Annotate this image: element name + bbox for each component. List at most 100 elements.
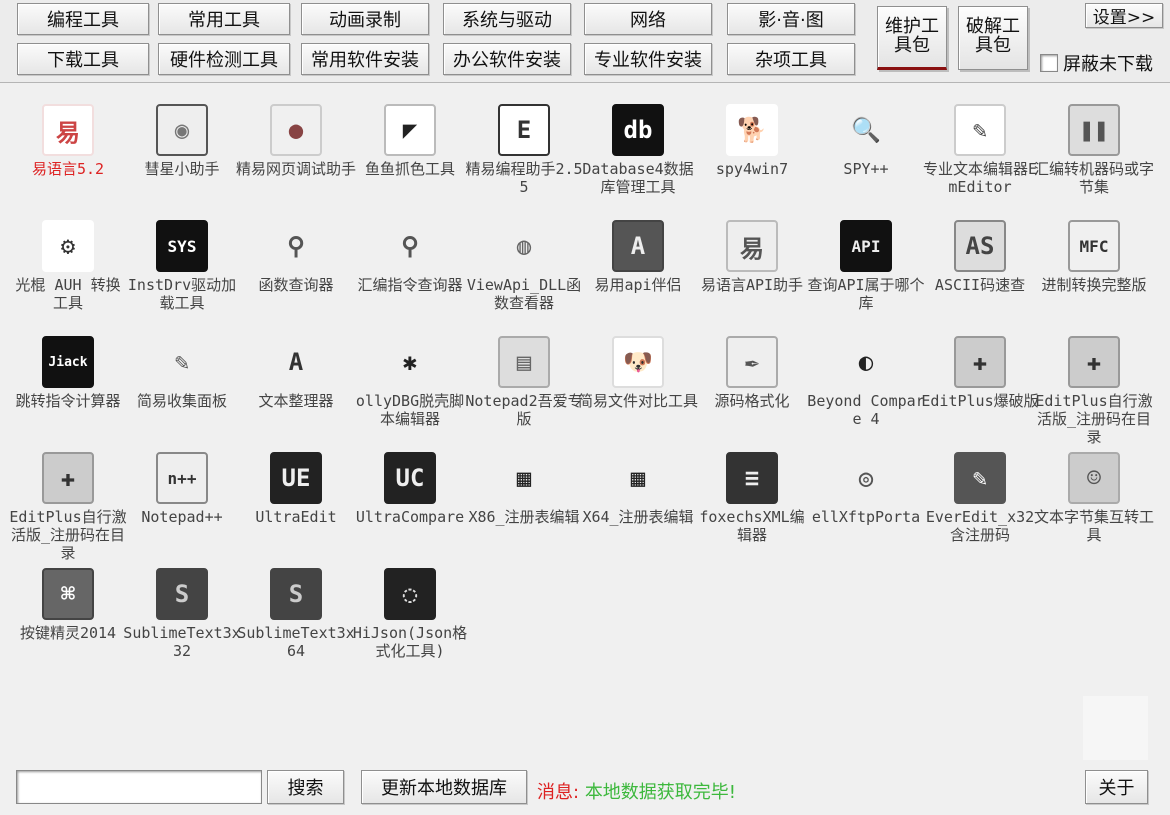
tool-label: UltraEdit	[255, 508, 337, 526]
settings-button[interactable]: 设置>>	[1085, 3, 1163, 28]
tool-item[interactable]: ✚ EditPlus爆破版	[921, 332, 1039, 440]
search-button[interactable]: 搜索	[267, 770, 344, 804]
category-button[interactable]: 硬件检测工具	[158, 43, 290, 75]
tool-item[interactable]: ◤ 鱼鱼抓色工具	[354, 100, 466, 208]
tool-item[interactable]: ◐ Beyond Compare 4	[807, 332, 925, 440]
category-button[interactable]: 影·音·图	[727, 3, 855, 35]
tool-item[interactable]: ✱ ollyDBG脱壳脚本编辑器	[354, 332, 466, 440]
tool-label: 汇编指令查询器	[357, 276, 463, 294]
update-database-button[interactable]: 更新本地数据库	[361, 770, 527, 804]
category-button[interactable]: 杂项工具	[727, 43, 855, 75]
tool-item[interactable]: 易易语言API助手	[696, 216, 808, 324]
checkbox-box[interactable]	[1040, 54, 1058, 72]
tool-item[interactable]: SYS InstDrv驱动加载工具	[126, 216, 238, 324]
tool-label: Beyond Compare 4	[807, 392, 925, 428]
tool-item[interactable]: ⚲ 汇编指令查询器	[354, 216, 466, 324]
tool-item[interactable]: MFC 进制转换完整版	[1038, 216, 1150, 324]
tool-item[interactable]: ❚❚ 汇编转机器码或字节集	[1034, 100, 1154, 208]
api-companion-icon: A	[612, 220, 664, 272]
tool-label: 源码格式化	[714, 392, 790, 410]
tool-label: 查询API属于哪个库	[807, 276, 925, 312]
tool-item[interactable]: ✚ EditPlus自行激活版_注册码在目录	[1035, 332, 1153, 446]
tool-item[interactable]: Jiack 跳转指令计算器	[12, 332, 124, 440]
editplus-icon: ✚	[1068, 336, 1120, 388]
tool-item[interactable]: S SublimeText3x32	[123, 564, 241, 672]
category-button[interactable]: 专业软件安装	[584, 43, 712, 75]
category-button[interactable]: 下载工具	[17, 43, 149, 75]
tool-item[interactable]: ☺ 文本字节集互转工具	[1034, 448, 1154, 556]
message-label: 消息:	[537, 782, 580, 803]
tool-item[interactable]: API 查询API属于哪个库	[807, 216, 925, 324]
spy-dog-icon: 🐕	[726, 104, 778, 156]
category-button[interactable]: 编程工具	[17, 3, 149, 35]
tool-item[interactable]: ◉ 彗星小助手	[126, 100, 238, 208]
e-api-icon: 易	[726, 220, 778, 272]
search-input[interactable]	[16, 770, 262, 804]
tool-item[interactable]: ≡ foxechsXML编辑器	[696, 448, 808, 556]
hide-undownloaded-checkbox[interactable]: 屏蔽未下载	[1040, 50, 1153, 76]
tool-item[interactable]: A 易用api伴侣	[582, 216, 694, 324]
tool-item[interactable]: ● 精易网页调试助手	[236, 100, 356, 208]
tool-item[interactable]: ◎ ellXftpPorta	[810, 448, 922, 556]
category-button[interactable]: 网络	[584, 3, 712, 35]
category-button[interactable]: 系统与驱动	[443, 3, 571, 35]
tool-label: SublimeText3x32	[123, 624, 241, 660]
crack-kit-button[interactable]: 破解工具包	[958, 6, 1028, 70]
category-button[interactable]: 常用工具	[158, 3, 290, 35]
tool-item[interactable]: ⚲ 函数查询器	[240, 216, 352, 324]
tool-item[interactable]: 🐕 spy4win7	[696, 100, 808, 208]
tool-label: 汇编转机器码或字节集	[1034, 160, 1155, 196]
tool-label: 鱼鱼抓色工具	[364, 160, 455, 178]
tool-label: 易语言5.2	[31, 160, 105, 178]
tool-item[interactable]: 🔍 SPY++	[810, 100, 922, 208]
tool-item[interactable]: A 文本整理器	[240, 332, 352, 440]
tool-item[interactable]: UE UltraEdit	[240, 448, 352, 556]
bottom-bar: 搜索 更新本地数据库 消息: 本地数据获取完毕! 关于	[0, 760, 1170, 815]
corner-panel	[1083, 696, 1148, 760]
tool-item[interactable]: S SublimeText3x64	[237, 564, 355, 672]
tool-label: EverEdit_x32含注册码	[925, 508, 1035, 544]
tool-item[interactable]: 易易语言5.2	[12, 100, 124, 208]
tool-label: ellXftpPorta	[811, 508, 921, 526]
tool-item[interactable]: db Database4数据库管理工具	[582, 100, 694, 208]
xftp-icon: ◎	[840, 452, 892, 504]
category-button[interactable]: 办公软件安装	[443, 43, 571, 75]
color-picker-icon: ◤	[384, 104, 436, 156]
tool-label: 进制转换完整版	[1041, 276, 1147, 294]
gear-tool-icon: ⚙	[42, 220, 94, 272]
tool-item[interactable]: ◌ HiJson(Json格式化工具)	[353, 564, 467, 672]
comet-helper-icon: ◉	[156, 104, 208, 156]
app-store-icon: A	[270, 336, 322, 388]
toolbar: 编程工具 常用工具 动画录制 系统与驱动 网络 影·音·图 下载工具 硬件检测工具 常用软件安…	[0, 0, 1170, 83]
tool-item[interactable]: E 精易编程助手2.55	[465, 100, 583, 208]
ultracompare-icon: UC	[384, 452, 436, 504]
about-button[interactable]: 关于	[1085, 770, 1148, 804]
tool-item[interactable]: ✒ 源码格式化	[696, 332, 808, 440]
tool-item[interactable]: ✎ 专业文本编辑器EmEditor	[923, 100, 1037, 208]
maintenance-kit-button[interactable]: 维护工具包	[877, 6, 947, 70]
tool-item[interactable]: ✚ EditPlus自行激活版_注册码在目录	[9, 448, 127, 562]
tool-item[interactable]: n++ Notepad++	[126, 448, 238, 556]
tool-item[interactable]: ✎ EverEdit_x32含注册码	[924, 448, 1036, 556]
tool-item[interactable]: ✎ 简易收集面板	[126, 332, 238, 440]
category-button[interactable]: 常用软件安装	[301, 43, 429, 75]
tool-item[interactable]: ⚙ 光棍 AUH 转换工具	[12, 216, 124, 324]
notepadpp-icon: n++	[156, 452, 208, 504]
category-button[interactable]: 动画录制	[301, 3, 429, 35]
tool-item[interactable]: AS ASCII码速查	[924, 216, 1036, 324]
asm-convert-icon: ❚❚	[1068, 104, 1120, 156]
tool-item[interactable]: 🐶 简易文件对比工具	[578, 332, 698, 440]
tool-label: ViewApi_DLL函数查看器	[466, 276, 582, 312]
api-icon: API	[840, 220, 892, 272]
mfc-blocks-icon: MFC	[1068, 220, 1120, 272]
tool-item[interactable]: UC UltraCompare	[354, 448, 466, 556]
tool-item[interactable]: ▤ Notepad2吾爱专版	[465, 332, 583, 440]
tool-item[interactable]: ◍ ViewApi_DLL函数查看器	[467, 216, 581, 324]
everedit-icon: ✎	[954, 452, 1006, 504]
tool-item[interactable]: ⌘ 按键精灵2014	[12, 564, 124, 672]
registry-cubes-icon: ▦	[612, 452, 664, 504]
tool-item[interactable]: ▦ X64_注册表编辑	[582, 448, 694, 556]
tool-label: HiJson(Json格式化工具)	[352, 624, 468, 660]
xml-editor-icon: ≡	[726, 452, 778, 504]
tool-item[interactable]: ▦ X86_注册表编辑	[468, 448, 580, 556]
